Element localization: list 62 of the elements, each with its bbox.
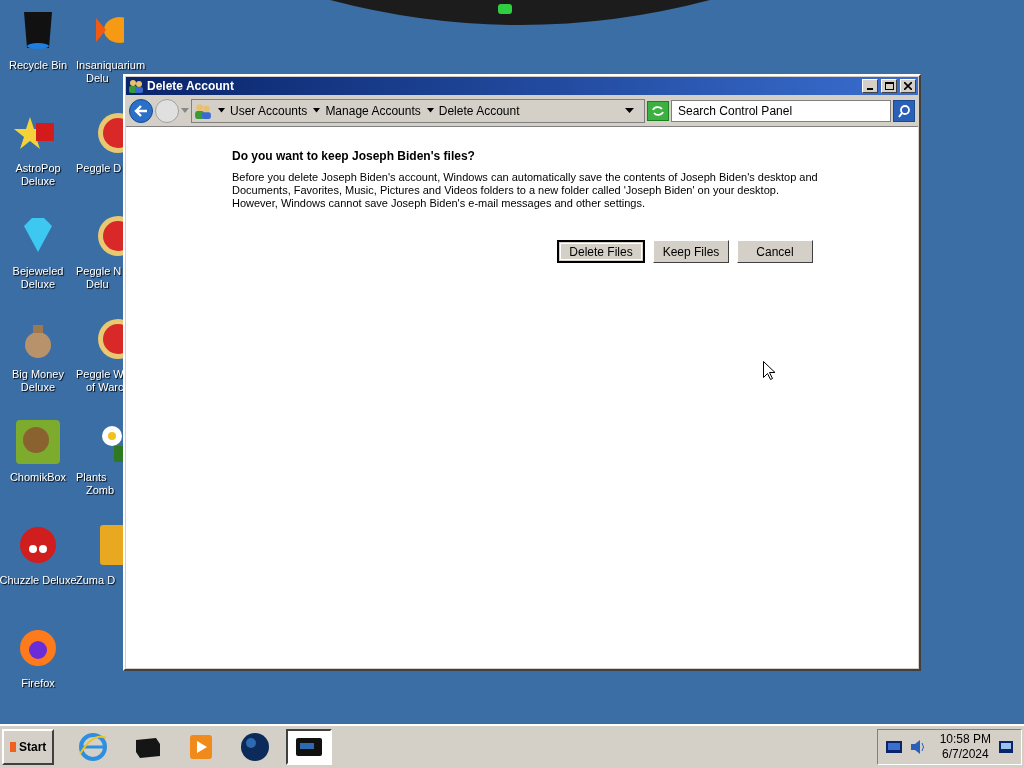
search-field[interactable]: Search Control Panel xyxy=(671,99,891,122)
users-icon xyxy=(194,101,212,120)
icon-label: ChomikBox xyxy=(9,471,67,484)
window-title: Delete Account xyxy=(147,78,235,95)
clock-time: 10:58 PM xyxy=(939,732,991,747)
breadcrumb-link[interactable]: Delete Account xyxy=(438,101,520,120)
icon-label: Chuzzle Deluxe xyxy=(0,574,77,587)
breadcrumb-link[interactable]: User Accounts xyxy=(230,101,308,120)
icon-label: of Warc xyxy=(86,381,124,394)
monitor-icon xyxy=(885,741,902,753)
maximize-icon xyxy=(884,82,894,90)
users-icon xyxy=(128,78,144,94)
icon-label: Zuma D xyxy=(76,574,116,587)
icon-label: Peggle W xyxy=(76,368,124,381)
icon-label: Plants xyxy=(76,471,107,484)
icon-label: Firefox xyxy=(21,677,55,690)
back-button[interactable] xyxy=(129,98,153,123)
dialog-button[interactable]: Keep Files xyxy=(653,240,729,263)
icon-label: Insaniquarium xyxy=(76,59,146,72)
dialog-button[interactable]: Cancel xyxy=(737,240,813,263)
refresh-button[interactable] xyxy=(647,100,669,121)
icon-label: Deluxe xyxy=(20,278,56,291)
flag-icon xyxy=(10,742,16,752)
icon-label: Deluxe xyxy=(20,381,56,394)
icon-label: AstroPop xyxy=(15,162,61,175)
desktop-icon xyxy=(999,741,1013,753)
search-icon xyxy=(897,103,911,118)
icon-label: Delu xyxy=(86,278,109,291)
question-heading: Do you want to keep Joseph Biden's files? xyxy=(232,148,476,165)
explanation-text: Before you delete Joseph Biden's account, Windows can automatically save the contents of Joseph Biden's desktop and Documents, Favorites, Music, Pictures and Videos folders to a new folder called 'Joseph Biden' on your desktop. However, Windows cannot save Joseph Biden's e-mail messages and other settings. xyxy=(232,171,819,210)
refresh-icon xyxy=(651,104,665,117)
icon-label: Delu xyxy=(86,72,109,85)
icon-label: Deluxe xyxy=(20,175,56,188)
play-icon xyxy=(188,733,215,761)
minimize-button[interactable] xyxy=(862,79,878,93)
close-button[interactable] xyxy=(900,79,916,93)
left-arrow-icon xyxy=(134,104,148,117)
clock-date: 6/7/2024 xyxy=(941,747,989,762)
browser-e-icon xyxy=(78,732,109,762)
icon-label: Zomb xyxy=(86,484,115,497)
icon-label: Recycle Bin xyxy=(8,59,68,72)
caret-icon xyxy=(218,108,225,113)
dialog-button[interactable]: Delete Files xyxy=(557,240,645,263)
dropdown-arrow-icon xyxy=(625,107,634,114)
icon-label: Big Money xyxy=(12,368,64,381)
caret-icon xyxy=(313,108,321,113)
globe-icon xyxy=(240,732,271,762)
close-icon xyxy=(904,82,912,90)
monitor-icon xyxy=(295,736,324,758)
taskbar-app-button[interactable] xyxy=(286,729,333,765)
search-button[interactable] xyxy=(893,99,915,122)
address-bar[interactable]: User Accounts Manage Accounts Delete Account xyxy=(191,98,645,123)
start-button[interactable]: Start xyxy=(2,729,55,765)
dropdown-arrow-icon xyxy=(181,107,189,114)
caret-icon xyxy=(426,108,434,113)
icon-label: Peggle D xyxy=(76,162,122,175)
cursor-icon xyxy=(763,361,776,381)
icon-label: Bejeweled xyxy=(12,265,64,278)
icon-label: Peggle N xyxy=(76,265,122,278)
breadcrumb-link[interactable]: Manage Accounts xyxy=(325,101,421,120)
speaker-icon xyxy=(909,740,926,754)
maximize-button[interactable] xyxy=(881,79,897,93)
